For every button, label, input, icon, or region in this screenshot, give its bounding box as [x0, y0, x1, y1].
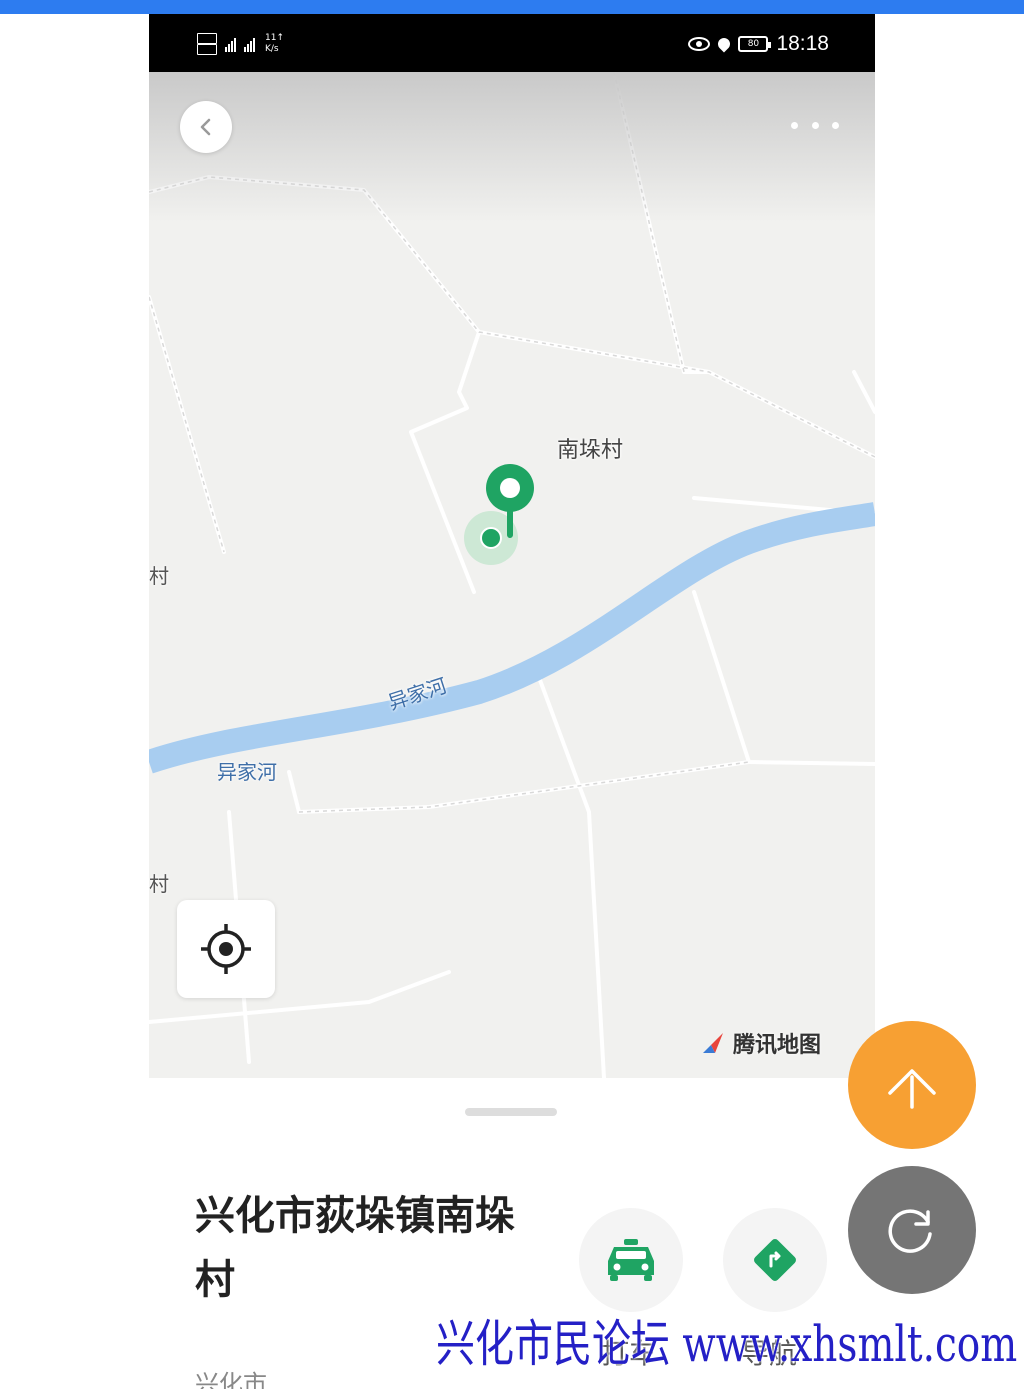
map-top-shade: [149, 72, 875, 222]
network-speed-value: 11↑: [265, 33, 284, 43]
eye-icon: [688, 37, 711, 51]
river-label-2: 异家河: [217, 760, 277, 784]
map-edge-label: 村: [149, 564, 169, 588]
navigation-icon: [754, 1239, 796, 1281]
more-dot-icon: [811, 121, 819, 129]
location-pin-icon: [715, 35, 733, 53]
sim-card-icon: [197, 33, 217, 55]
my-location-button[interactable]: [177, 900, 275, 998]
map-provider-logo: 腾讯地图: [699, 1026, 821, 1060]
status-left-group: 11↑ K/s: [197, 28, 284, 60]
clock: 18:18: [776, 32, 829, 55]
refresh-icon: [888, 1209, 932, 1253]
map-edge-label-2: 村: [149, 872, 169, 896]
signal-bars-icon-2: [244, 36, 255, 52]
current-location-dot: [480, 527, 502, 549]
sheet-drag-handle[interactable]: [465, 1108, 557, 1116]
taxi-icon: [608, 1239, 654, 1281]
forum-watermark: 兴化市民论坛 www.xhsmlt.com: [436, 1315, 1018, 1373]
map-provider-name: 腾讯地图: [733, 1033, 822, 1058]
signal-bars-icon: [225, 36, 236, 52]
network-speed: 11↑ K/s: [265, 33, 284, 55]
browser-accent-bar: [0, 0, 1024, 14]
navigation-button[interactable]: [723, 1208, 827, 1312]
back-button[interactable]: [180, 101, 232, 153]
place-title: 兴化市荻垛镇南垛村: [195, 1193, 515, 1303]
arrow-up-icon: [888, 1069, 936, 1109]
status-bar: 11↑ K/s 80 18:18: [149, 14, 875, 72]
status-right-group: 80 18:18: [688, 32, 829, 56]
crosshair-icon: [201, 924, 251, 974]
more-options-button[interactable]: [791, 110, 839, 140]
more-dot-icon: [832, 121, 839, 129]
network-speed-unit: K/s: [265, 44, 279, 54]
more-dot-icon: [791, 121, 798, 129]
village-label: 南垛村: [557, 438, 624, 463]
refresh-button[interactable]: [848, 1166, 976, 1294]
place-subtitle: 兴化市: [195, 1370, 267, 1389]
battery-level: 80: [747, 39, 760, 49]
phone-screen: 11↑ K/s 80 18:18 南垛村 异家河 异家河 村 村 腾讯地图 兴化…: [149, 14, 875, 1389]
battery-icon: 80: [738, 36, 772, 52]
scroll-to-top-button[interactable]: [848, 1021, 976, 1149]
chevron-left-icon: [200, 118, 211, 136]
taxi-button[interactable]: [579, 1208, 683, 1312]
tencent-map-logo-icon: [703, 1033, 723, 1053]
